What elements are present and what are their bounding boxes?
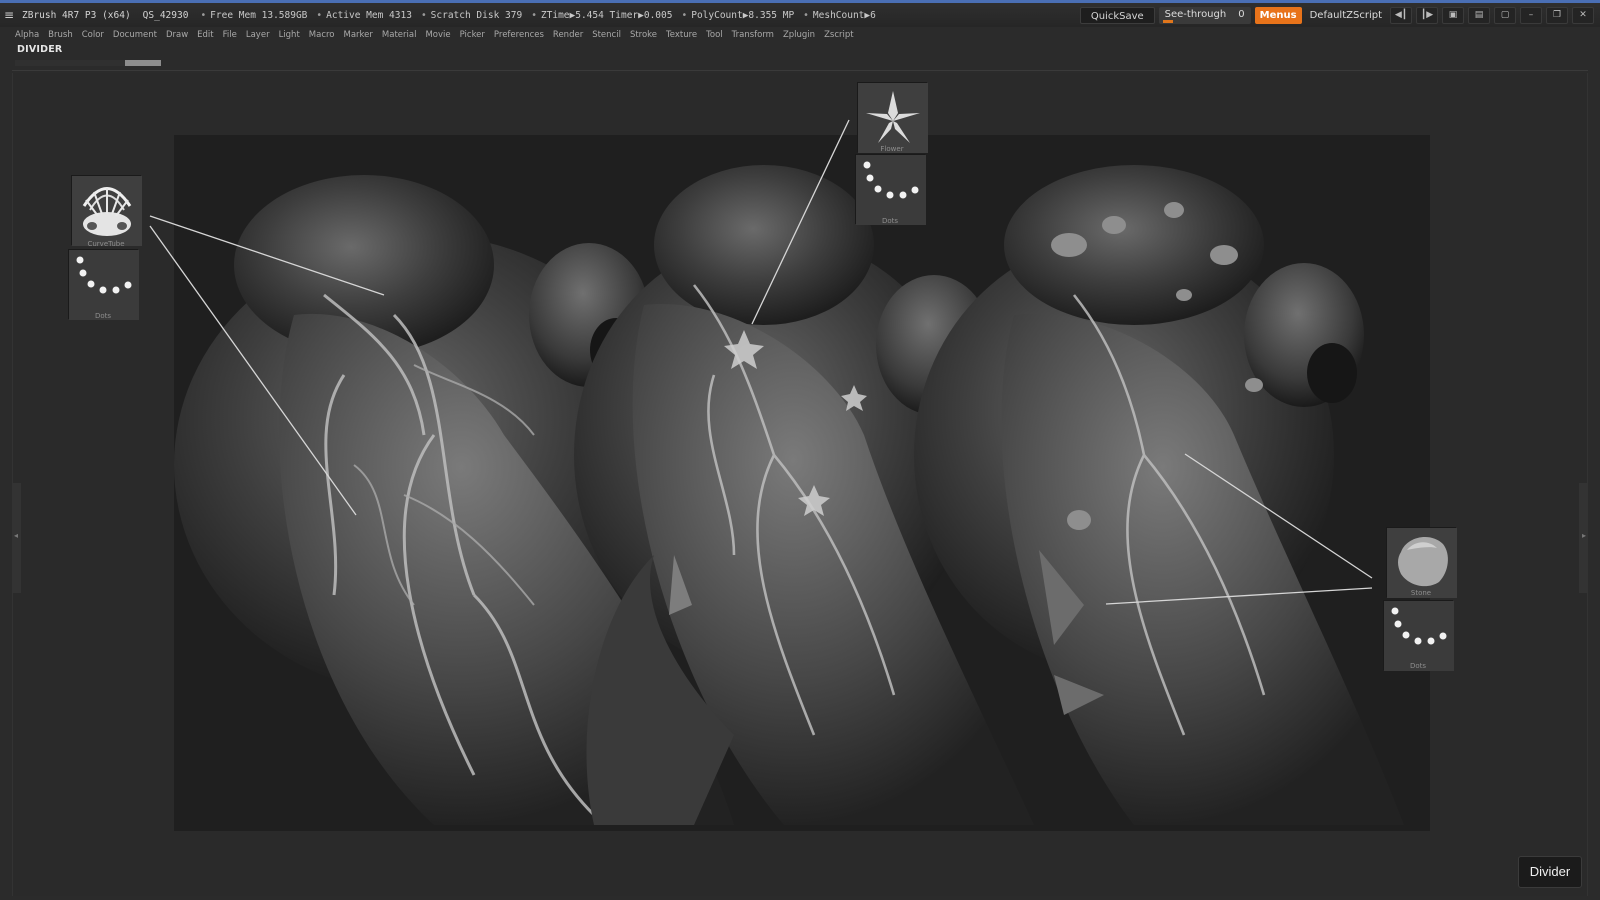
palette-scroll-slider[interactable] <box>15 60 161 66</box>
minimize-icon[interactable]: – <box>1520 7 1542 24</box>
menu-light[interactable]: Light <box>279 30 300 40</box>
ui-color-icon[interactable]: ▤ <box>1468 7 1490 24</box>
app-title: ZBrush 4R7 P3 (x64) <box>22 9 131 21</box>
dots-stroke-thumbnail-1[interactable] <box>68 249 139 320</box>
right-tray-arrow-icon: ▸ <box>1581 531 1586 540</box>
divider-palette-title[interactable]: DIVIDER <box>17 44 62 55</box>
default-zscript-button[interactable]: DefaultZScript <box>1306 10 1386 21</box>
ztime-stat: ZTime▶5.454 Timer▶0.005 <box>531 10 673 21</box>
menu-render[interactable]: Render <box>553 30 583 40</box>
menu-layer[interactable]: Layer <box>246 30 270 40</box>
layout-right-icon[interactable]: ┃▶ <box>1416 7 1438 24</box>
free-mem-stat: Free Mem 13.589GB <box>200 10 307 21</box>
curvetube-brush-icon <box>72 176 142 246</box>
lock-icon[interactable]: ▢ <box>1494 7 1516 24</box>
menu-brush[interactable]: Brush <box>48 30 73 40</box>
right-tray-handle[interactable]: ▸ <box>1579 483 1587 593</box>
seethrough-label: See-through <box>1164 9 1227 20</box>
menu-movie[interactable]: Movie <box>425 30 450 40</box>
seethrough-value: 0 <box>1238 9 1245 20</box>
zbrush-logo-icon[interactable]: ≡ <box>4 8 18 22</box>
meshcount-stat: MeshCount▶6 <box>803 10 876 21</box>
flower-alpha-thumbnail[interactable] <box>857 82 928 153</box>
palette-divider-line <box>12 70 1588 71</box>
dots-label-2: Dots <box>881 217 899 225</box>
menu-transform[interactable]: Transform <box>732 30 774 40</box>
menu-macro[interactable]: Macro <box>309 30 335 40</box>
dots-label-3: Dots <box>1409 662 1427 670</box>
flower-label: Flower <box>880 145 904 153</box>
troll-sculpt-render <box>174 135 1430 831</box>
dots-label-1: Dots <box>94 312 112 320</box>
title-bar: ≡ ZBrush 4R7 P3 (x64) QS_42930 Free Mem … <box>0 0 1600 27</box>
menus-toggle-button[interactable]: Menus <box>1254 7 1302 24</box>
menu-texture[interactable]: Texture <box>666 30 697 40</box>
dots-stroke-icon <box>856 155 926 225</box>
stone-brush-thumbnail[interactable] <box>1386 527 1457 598</box>
curvetube-label: CurveTube <box>87 240 125 248</box>
menu-stencil[interactable]: Stencil <box>592 30 621 40</box>
menu-draw[interactable]: Draw <box>166 30 188 40</box>
menu-zplugin[interactable]: Zplugin <box>783 30 815 40</box>
divider-badge: Divider <box>1518 856 1582 888</box>
polycount-stat: PolyCount▶8.355 MP <box>681 10 794 21</box>
sculpt-canvas[interactable] <box>174 135 1430 831</box>
stone-label: Stone <box>1410 589 1432 597</box>
menu-file[interactable]: File <box>223 30 237 40</box>
restore-icon[interactable]: ❐ <box>1546 7 1568 24</box>
close-icon[interactable]: ✕ <box>1572 7 1594 24</box>
menu-tool[interactable]: Tool <box>706 30 723 40</box>
menu-picker[interactable]: Picker <box>460 30 485 40</box>
dots-stroke-thumbnail-2[interactable] <box>855 154 926 225</box>
quicksave-button[interactable]: QuickSave <box>1079 7 1155 24</box>
stone-brush-icon <box>1387 528 1457 598</box>
titlebar-controls: QuickSave See-through 0 Menus DefaultZSc… <box>1079 7 1594 24</box>
ui-layout-icon[interactable]: ▣ <box>1442 7 1464 24</box>
main-menu-bar: Alpha Brush Color Document Draw Edit Fil… <box>0 27 1600 43</box>
menu-preferences[interactable]: Preferences <box>494 30 544 40</box>
menu-edit[interactable]: Edit <box>197 30 213 40</box>
menu-marker[interactable]: Marker <box>344 30 373 40</box>
left-tray-arrow-icon: ◂ <box>14 531 19 540</box>
left-tray-handle[interactable]: ◂ <box>13 483 21 593</box>
menu-stroke[interactable]: Stroke <box>630 30 657 40</box>
layout-left-icon[interactable]: ◀┃ <box>1390 7 1412 24</box>
flower-alpha-icon <box>858 83 928 153</box>
menu-zscript[interactable]: Zscript <box>824 30 854 40</box>
scratch-disk-stat: Scratch Disk 379 <box>421 10 523 21</box>
dots-stroke-thumbnail-3[interactable] <box>1383 600 1454 671</box>
menu-alpha[interactable]: Alpha <box>15 30 39 40</box>
seethrough-slider[interactable]: See-through 0 <box>1158 7 1251 24</box>
active-mem-stat: Active Mem 4313 <box>316 10 412 21</box>
dots-stroke-icon <box>1384 601 1454 671</box>
menu-document[interactable]: Document <box>113 30 157 40</box>
quicksave-id: QS_42930 <box>142 9 189 21</box>
menu-material[interactable]: Material <box>382 30 417 40</box>
menu-color[interactable]: Color <box>82 30 104 40</box>
dots-stroke-icon <box>69 250 139 320</box>
curvetube-brush-thumbnail[interactable] <box>71 175 142 246</box>
